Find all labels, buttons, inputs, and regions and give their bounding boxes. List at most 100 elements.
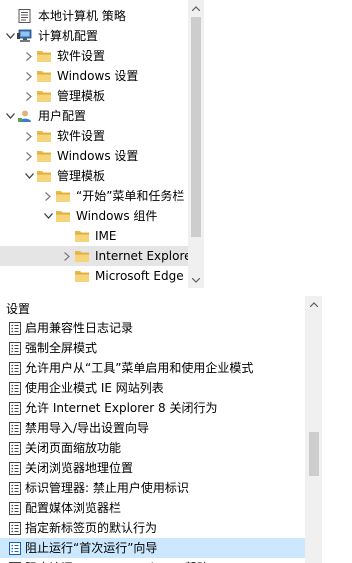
policy-setting-icon <box>8 481 22 495</box>
settings-list-pane: 设置 启用兼容性日志记录 强制全屏模式允许用户从“工具”菜单启用和使用企业模式 使用… <box>0 296 322 563</box>
tree-item-label: 管理模板 <box>57 89 106 103</box>
tree-item-label: Microsoft Edge <box>95 269 184 283</box>
setting-label: 禁用导入/导出设置向导 <box>25 421 150 435</box>
user-icon <box>16 108 34 124</box>
chevron-down-icon[interactable] <box>4 106 16 126</box>
setting-label: 阻止运行“首次运行”向导 <box>25 541 158 555</box>
tree-item[interactable]: Windows 组件 <box>0 206 188 226</box>
chevron-right-icon[interactable] <box>42 186 54 206</box>
policy-setting-icon <box>8 441 22 455</box>
setting-row[interactable]: 使用企业模式 IE 网站列表 <box>0 378 305 398</box>
setting-label: 使用企业模式 IE 网站列表 <box>25 381 164 395</box>
tree-item[interactable]: 管理模板 <box>0 166 188 186</box>
tree-item[interactable]: 管理模板 <box>0 86 188 106</box>
setting-row[interactable]: 禁用导入/导出设置向导 <box>0 418 305 438</box>
tree-item-label: Windows 设置 <box>57 69 139 83</box>
chevron-right-icon[interactable] <box>23 46 35 66</box>
settings-column-header[interactable]: 设置 <box>6 300 30 318</box>
setting-label: 配置媒体浏览器栏 <box>25 501 122 515</box>
setting-label: 指定新标签页的默认行为 <box>25 521 158 535</box>
setting-row[interactable]: 阻止访问 Internet Explorer“帮助” <box>0 558 305 563</box>
tree-scrollbar-thumb[interactable] <box>191 17 201 237</box>
chevron-right-icon[interactable] <box>23 126 35 146</box>
tree-item[interactable]: 用户配置 <box>0 106 188 126</box>
setting-row[interactable]: 允许用户从“工具”菜单启用和使用企业模式 <box>0 358 305 378</box>
tree-item[interactable]: 计算机配置 <box>0 26 188 46</box>
scroll-up-arrow-icon[interactable] <box>188 0 204 16</box>
settings-scrollbar-thumb[interactable] <box>309 432 319 476</box>
policy-setting-icon <box>8 401 22 415</box>
tree-vertical-scrollbar[interactable] <box>188 0 204 288</box>
tree-item-label: Internet Explorer <box>95 249 188 263</box>
setting-row[interactable]: 允许 Internet Explorer 8 关闭行为 <box>0 398 305 418</box>
setting-label: 允许 Internet Explorer 8 关闭行为 <box>25 401 218 415</box>
chevron-right-icon[interactable] <box>61 246 73 266</box>
tree-item[interactable]: Microsoft Edge <box>0 266 188 286</box>
expander-placeholder <box>61 226 73 246</box>
chevron-down-icon[interactable] <box>42 206 54 226</box>
setting-label: 阻止访问 Internet Explorer“帮助” <box>25 558 215 563</box>
setting-row[interactable]: 关闭浏览器地理位置 <box>0 458 305 478</box>
folder-icon <box>73 268 91 284</box>
policy-setting-icon <box>8 321 22 335</box>
scroll-up-arrow-icon[interactable] <box>305 296 322 312</box>
folder-icon <box>35 148 53 164</box>
chevron-down-icon[interactable] <box>4 26 16 46</box>
setting-label: 允许用户从“工具”菜单启用和使用企业模式 <box>25 361 254 375</box>
tree-item[interactable]: 软件设置 <box>0 126 188 146</box>
tree-item[interactable]: 本地计算机 策略 <box>0 6 188 26</box>
tree-item[interactable]: Windows 设置 <box>0 146 188 166</box>
setting-label: 关闭浏览器地理位置 <box>25 461 134 475</box>
tree-item-label: 管理模板 <box>57 169 106 183</box>
policy-setting-icon <box>8 381 22 395</box>
policy-setting-icon <box>8 521 22 535</box>
tree-item-label: 用户配置 <box>38 109 87 123</box>
setting-row[interactable]: 关闭页面缩放功能 <box>0 438 305 458</box>
setting-label: 标识管理器: 禁止用户使用标识 <box>25 481 189 495</box>
setting-row[interactable]: 强制全屏模式 <box>0 338 305 358</box>
tree-item[interactable]: IME <box>0 226 188 246</box>
policy-setting-icon <box>8 341 22 355</box>
tree-item-label: “开始”菜单和任务栏 <box>76 189 185 203</box>
setting-row[interactable]: 指定新标签页的默认行为 <box>0 518 305 538</box>
chevron-right-icon[interactable] <box>23 86 35 106</box>
computer-icon <box>16 28 34 44</box>
setting-row[interactable]: 标识管理器: 禁止用户使用标识 <box>0 478 305 498</box>
setting-label: 启用兼容性日志记录 <box>25 321 134 335</box>
tree-item-label: 软件设置 <box>57 49 106 63</box>
tree-item[interactable]: “开始”菜单和任务栏 <box>0 186 188 206</box>
policy-document-icon <box>16 8 34 24</box>
tree-item-label: Windows 组件 <box>76 209 158 223</box>
expander-placeholder <box>4 6 16 26</box>
folder-icon <box>54 208 72 224</box>
policy-tree-pane: 本地计算机 策略 计算机配置 软件设置 Windows 设置 管理模板 用户配置 软件设置 W… <box>0 0 204 288</box>
tree-item-label: IME <box>95 229 117 243</box>
chevron-right-icon[interactable] <box>23 146 35 166</box>
policy-setting-icon <box>8 421 22 435</box>
scroll-down-arrow-icon[interactable] <box>188 272 204 288</box>
folder-icon <box>54 188 72 204</box>
tree-item[interactable]: Internet Explorer <box>0 246 188 266</box>
folder-icon <box>73 228 91 244</box>
tree-item[interactable]: Windows 设置 <box>0 66 188 86</box>
setting-row[interactable]: 启用兼容性日志记录 <box>0 318 305 338</box>
folder-icon <box>35 168 53 184</box>
policy-setting-icon <box>8 541 22 555</box>
setting-label: 强制全屏模式 <box>25 341 98 355</box>
setting-row[interactable]: 阻止运行“首次运行”向导 <box>0 538 305 558</box>
setting-row[interactable]: 配置媒体浏览器栏 <box>0 498 305 518</box>
settings-vertical-scrollbar[interactable] <box>305 296 322 563</box>
tree-item-label: 软件设置 <box>57 129 106 143</box>
chevron-down-icon[interactable] <box>23 166 35 186</box>
policy-setting-icon <box>8 461 22 475</box>
chevron-right-icon[interactable] <box>23 66 35 86</box>
policy-setting-icon <box>8 501 22 515</box>
folder-icon <box>35 128 53 144</box>
tree-item-label: 本地计算机 策略 <box>38 9 126 23</box>
folder-icon <box>35 88 53 104</box>
expander-placeholder <box>61 266 73 286</box>
tree-item-label: 计算机配置 <box>38 29 99 43</box>
folder-icon <box>35 68 53 84</box>
tree-item[interactable]: 软件设置 <box>0 46 188 66</box>
setting-label: 关闭页面缩放功能 <box>25 441 122 455</box>
